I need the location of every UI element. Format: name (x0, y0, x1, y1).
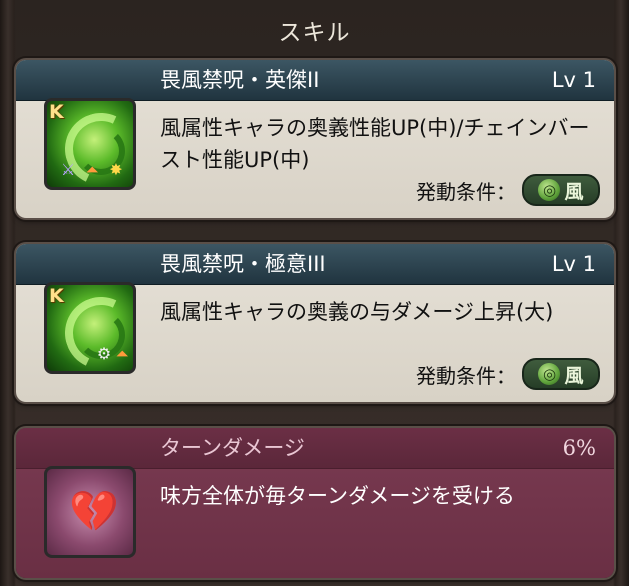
wind-element-badge: ◎ 風 (522, 174, 600, 206)
activation-condition: 発動条件： ◎ 風 (416, 358, 600, 390)
section-title: スキル (278, 20, 351, 46)
skill-level: Lv 1 (551, 68, 596, 92)
condition-label: 発動条件： (416, 363, 516, 388)
debuff-header (16, 428, 614, 469)
wind-spell-icon: K ⚙ ⏶ (44, 282, 136, 374)
wind-spell-icon: K ⚔ ⏶ ✸ (44, 98, 136, 190)
chevron-up-icon: ⏶ (115, 344, 129, 363)
skill-name: 畏風禁呪・英傑II (160, 68, 320, 92)
skill-level: Lv 1 (551, 252, 596, 276)
chevron-up-icon: ⏶ (85, 160, 99, 179)
k-badge: K (49, 285, 64, 307)
debuff-value: 6% (562, 436, 596, 460)
skill-card-2[interactable]: 畏風禁呪・極意III Lv 1 K ⚙ ⏶ 風属性キャラの奥義の与ダメージ上昇(… (16, 244, 614, 402)
element-label: 風 (564, 180, 584, 203)
wind-orb-icon: ◎ (538, 179, 561, 201)
k-badge: K (49, 101, 64, 123)
broken-heart-icon: 💔 (44, 466, 136, 558)
wind-orb-icon: ◎ (538, 363, 561, 385)
debuff-card[interactable]: ターンダメージ 6% 💔 味方全体が毎ターンダメージを受ける (16, 428, 614, 578)
activation-condition: 発動条件： ◎ 風 (416, 174, 600, 206)
crossed-swords-icon: ⚔ (60, 160, 76, 179)
element-label: 風 (564, 364, 584, 387)
wind-element-badge: ◎ 風 (522, 358, 600, 390)
broken-heart-glyph: 💔 (69, 489, 119, 535)
condition-label: 発動条件： (416, 179, 516, 204)
debuff-description: 味方全体が毎ターンダメージを受ける (160, 484, 515, 508)
skill-description: 風属性キャラの奥義性能UP(中)/チェインバースト性能UP(中) (160, 116, 590, 172)
skill-name: 畏風禁呪・極意III (160, 252, 326, 276)
skill-description: 風属性キャラの奥義の与ダメージ上昇(大) (160, 300, 554, 324)
skill-card-1[interactable]: 畏風禁呪・英傑II Lv 1 K ⚔ ⏶ ✸ 風属性キャラの奥義性能UP(中)/… (16, 60, 614, 218)
starburst-icon: ✸ (109, 160, 123, 179)
debuff-name: ターンダメージ (160, 436, 305, 460)
